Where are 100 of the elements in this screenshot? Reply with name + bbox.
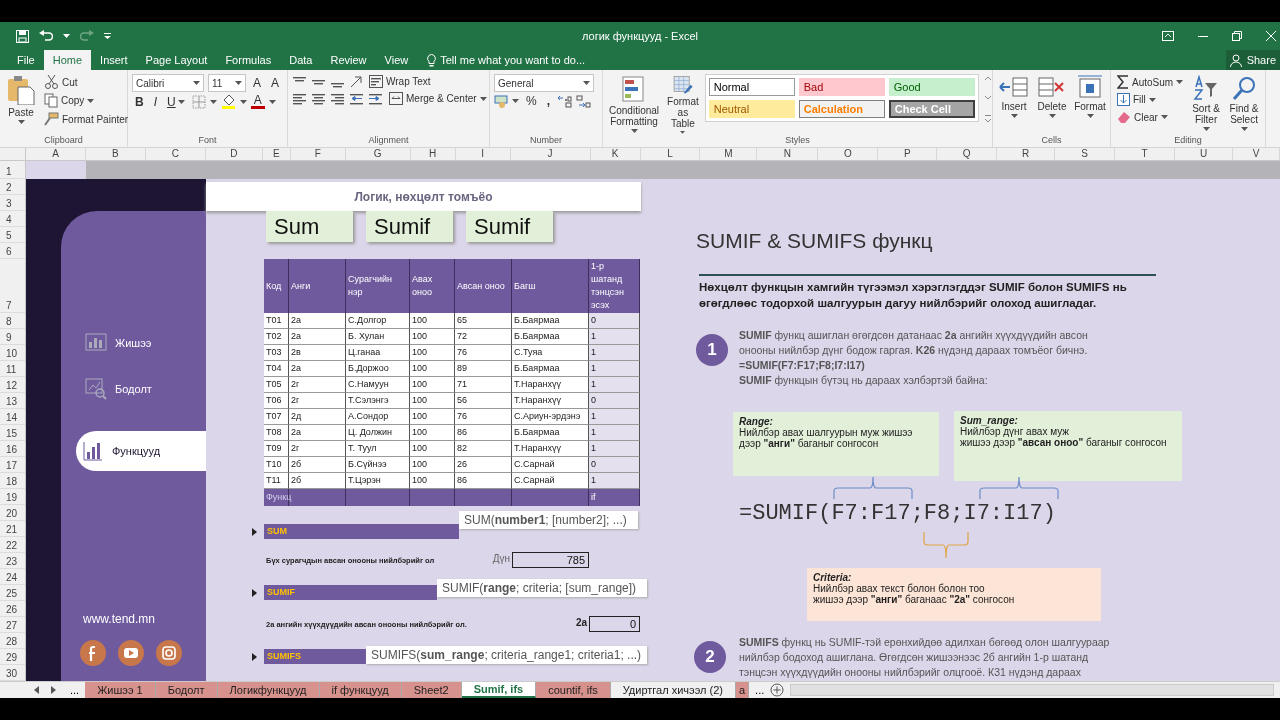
column-header[interactable]: L [640, 148, 701, 160]
increase-decimal-icon[interactable] [557, 94, 572, 108]
expand-arrow-icon[interactable] [252, 528, 257, 536]
column-header[interactable]: P [878, 148, 938, 160]
sheet-tab[interactable]: if функцууд [319, 682, 402, 698]
sort-filter-button[interactable]: Sort & Filter [1189, 74, 1224, 135]
column-header[interactable]: C [145, 148, 206, 160]
decrease-indent-icon[interactable] [349, 92, 364, 105]
column-header[interactable]: H [410, 148, 456, 160]
conditional-formatting-button[interactable]: Conditional Formatting [607, 74, 662, 135]
column-header[interactable]: G [345, 148, 411, 160]
play-icon[interactable] [117, 639, 145, 667]
menu-tab[interactable]: File [8, 50, 44, 70]
row-header[interactable]: 19 [0, 489, 25, 505]
row-header[interactable]: 16 [0, 441, 25, 457]
row-header[interactable]: 8 [0, 313, 25, 329]
decrease-font-size-button[interactable]: A [268, 76, 283, 90]
row-header[interactable]: 25 [0, 585, 25, 601]
column-header[interactable]: E [262, 148, 291, 160]
function-button[interactable]: Sum [266, 211, 353, 242]
horizontal-scrollbar[interactable] [790, 684, 1274, 696]
fill-button[interactable]: Fill [1115, 92, 1186, 107]
row-header[interactable]: 15 [0, 425, 25, 441]
column-header[interactable]: F [290, 148, 346, 160]
expand-arrow-icon[interactable] [252, 653, 257, 661]
sheet-tab[interactable]: Sheet2 [401, 682, 462, 698]
row-header[interactable]: 7 [0, 259, 25, 313]
row-header[interactable]: 4 [0, 211, 25, 227]
font-size-field[interactable]: 11 [208, 74, 246, 92]
search-field[interactable]: Tell me what you want to do... [417, 50, 596, 70]
column-header[interactable]: B [85, 148, 146, 160]
row-header[interactable]: 1 [0, 161, 25, 179]
row-header[interactable]: 13 [0, 393, 25, 409]
row-header[interactable]: 28 [0, 633, 25, 649]
italic-button[interactable]: I [150, 94, 160, 109]
row-header[interactable]: 18 [0, 473, 25, 489]
sidebar-item[interactable]: Функцууд [76, 431, 206, 471]
clear-button[interactable]: Clear [1115, 109, 1186, 125]
sidebar-item[interactable]: Жишээ [81, 323, 206, 363]
column-header[interactable]: S [1055, 148, 1116, 160]
delete-button[interactable]: Delete [1035, 74, 1069, 135]
increase-font-size-button[interactable]: A [250, 76, 264, 90]
column-header[interactable]: R [997, 148, 1056, 160]
column-header[interactable]: I [455, 148, 511, 160]
function-button[interactable]: Sumif [366, 211, 453, 242]
cut-button[interactable]: Cut [42, 74, 131, 90]
menu-tab[interactable]: Insert [91, 50, 137, 70]
ribbon-display-icon[interactable] [1162, 31, 1174, 41]
website-link[interactable]: www.tend.mn [83, 612, 156, 626]
customize-icon[interactable] [104, 33, 111, 39]
decrease-decimal-icon[interactable] [576, 94, 591, 108]
menu-tab[interactable]: Formulas [216, 50, 281, 70]
wrap-text-button[interactable]: Wrap Text [367, 74, 433, 89]
row-header[interactable]: 5 [0, 227, 25, 243]
row-header[interactable]: 11 [0, 361, 25, 377]
row-header[interactable]: 6 [0, 243, 25, 259]
share-button[interactable]: Share [1225, 50, 1280, 70]
column-header[interactable]: N [757, 148, 819, 160]
cell-style[interactable]: Neutral [708, 100, 795, 118]
sheet-tab[interactable]: countif, ifs [536, 682, 611, 698]
expand-arrow-icon[interactable] [252, 589, 257, 597]
more-sheets-button[interactable]: ... [749, 684, 771, 696]
restore-icon[interactable] [1232, 31, 1242, 41]
row-header[interactable]: 29 [0, 649, 25, 665]
sheet-tab[interactable]: Жишээ 1 [85, 682, 156, 698]
add-sheet-icon[interactable] [770, 683, 785, 697]
number-format-field[interactable]: General [494, 74, 594, 92]
menu-tab[interactable]: View [375, 50, 418, 70]
row-header[interactable]: 21 [0, 521, 25, 537]
row-header[interactable]: 22 [0, 537, 25, 553]
row-header[interactable]: 20 [0, 505, 25, 521]
camera-icon[interactable] [155, 639, 183, 667]
cell-style[interactable]: Normal [708, 78, 795, 96]
row-header[interactable]: 27 [0, 617, 25, 633]
more-sheets-button[interactable]: ... [64, 684, 86, 696]
merge-center-button[interactable]: Merge & Center [387, 91, 489, 106]
letter-f-icon[interactable] [79, 639, 107, 667]
cell-style[interactable]: Good [888, 78, 975, 96]
menu-tab[interactable]: Data [280, 50, 322, 70]
format-painter-button[interactable]: Format Painter [42, 111, 131, 127]
orientation-icon[interactable] [349, 74, 363, 89]
column-header[interactable]: D [205, 148, 263, 160]
font-color-button[interactable]: A [250, 94, 265, 109]
align-right-icon[interactable] [330, 92, 345, 105]
row-header[interactable]: 2 [0, 179, 25, 195]
row-header[interactable]: 3 [0, 195, 25, 211]
fill-color-icon[interactable] [220, 94, 236, 109]
copy-button[interactable]: Copy [42, 92, 131, 109]
sidebar-item[interactable]: Бодолт [81, 369, 206, 409]
close-icon[interactable] [1266, 31, 1276, 41]
column-header[interactable]: Q [937, 148, 998, 160]
format-as-table-button[interactable]: Format as Table [665, 74, 701, 135]
column-header[interactable]: A [26, 148, 86, 160]
column-header[interactable]: J [510, 148, 591, 160]
menu-tab[interactable]: Review [321, 50, 376, 70]
underline-button[interactable]: U [164, 94, 188, 109]
scroll-right-icon[interactable] [51, 686, 56, 694]
column-header[interactable]: M [700, 148, 758, 160]
column-header[interactable]: V [1233, 148, 1280, 160]
row-header[interactable]: 24 [0, 569, 25, 585]
